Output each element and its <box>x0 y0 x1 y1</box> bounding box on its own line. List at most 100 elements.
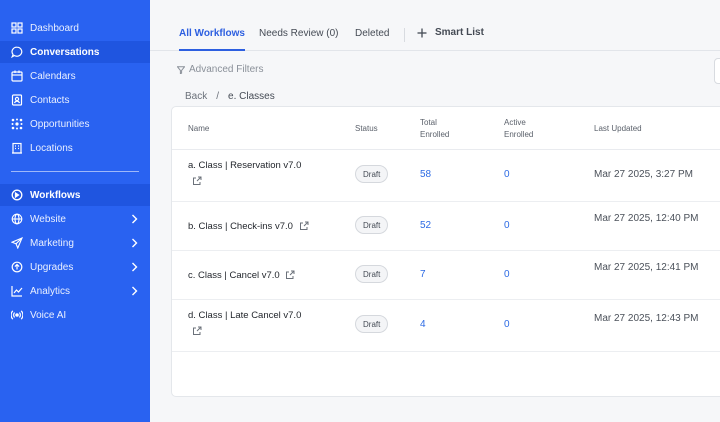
sidebar-item-voice-ai[interactable]: Voice AI <box>0 304 150 326</box>
sidebar-divider <box>11 171 139 172</box>
workflow-tabs: All Workflows Needs Review (0) Deleted S… <box>150 20 720 51</box>
send-icon <box>11 237 23 249</box>
external-link-icon[interactable] <box>285 270 295 280</box>
sidebar-item-label: Upgrades <box>30 261 74 273</box>
filter-icon <box>177 65 185 74</box>
building-icon <box>11 142 23 154</box>
advanced-filters-label: Advanced Filters <box>189 64 264 75</box>
active-enrolled-link[interactable]: 0 <box>504 319 510 330</box>
workflow-name: b. Class | Check-ins v7.0 <box>188 221 293 232</box>
workflow-name-link[interactable]: b. Class | Check-ins v7.0 <box>188 219 358 235</box>
calendar-icon <box>11 70 23 82</box>
total-enrolled-link[interactable]: 4 <box>420 319 426 330</box>
sidebar-item-label: Calendars <box>30 70 76 82</box>
smart-list-label: Smart List <box>435 27 484 38</box>
row-divider <box>172 351 720 352</box>
active-enrolled-link[interactable]: 0 <box>504 169 510 180</box>
row-divider <box>172 201 720 202</box>
column-header-last-updated[interactable]: Last Updated <box>594 123 642 135</box>
chart-icon <box>11 285 23 297</box>
voice-icon <box>11 309 23 321</box>
upgrade-icon <box>11 261 23 273</box>
sidebar-item-calendars[interactable]: Calendars <box>0 65 150 87</box>
total-enrolled-link[interactable]: 7 <box>420 269 426 280</box>
chevron-right-icon <box>132 262 138 272</box>
active-enrolled-link[interactable]: 0 <box>504 220 510 231</box>
external-link-icon[interactable] <box>299 221 309 231</box>
sidebar-item-label: Voice AI <box>30 309 67 321</box>
status-badge: Draft <box>355 165 389 183</box>
sidebar-item-label: Analytics <box>30 285 71 297</box>
dashboard-icon <box>11 22 23 34</box>
sidebar-item-label: Conversations <box>30 46 100 58</box>
status-badge: Draft <box>355 315 389 333</box>
sidebar-item-conversations[interactable]: Conversations <box>0 41 150 63</box>
advanced-filters-button[interactable]: Advanced Filters <box>177 64 263 75</box>
workflow-name-link[interactable]: a. Class | Reservation v7.0 <box>188 158 348 190</box>
sidebar-item-website[interactable]: Website <box>0 208 150 230</box>
opportunities-icon <box>11 118 23 130</box>
sidebar-item-upgrades[interactable]: Upgrades <box>0 256 150 278</box>
sidebar-item-label: Contacts <box>30 94 70 106</box>
tab-all-workflows[interactable]: All Workflows <box>179 28 245 51</box>
header-line: Total <box>420 118 437 127</box>
sidebar-item-label: Website <box>30 213 66 225</box>
breadcrumb: Back / e. Classes <box>185 91 275 102</box>
workflow-icon <box>11 189 23 201</box>
sidebar-item-workflows[interactable]: Workflows <box>0 184 150 206</box>
globe-icon <box>11 213 23 225</box>
total-enrolled-link[interactable]: 58 <box>420 169 431 180</box>
column-header-active-enrolled[interactable]: Active Enrolled <box>504 117 533 141</box>
workflow-name-link[interactable]: d. Class | Late Cancel v7.0 <box>188 308 348 340</box>
back-link[interactable]: Back <box>185 91 207 102</box>
active-enrolled-link[interactable]: 0 <box>504 269 510 280</box>
sidebar-item-label: Marketing <box>30 237 74 249</box>
total-enrolled-link[interactable]: 52 <box>420 220 431 231</box>
header-divider <box>172 149 720 150</box>
sidebar-item-label: Workflows <box>30 189 81 201</box>
tab-deleted[interactable]: Deleted <box>355 28 389 51</box>
sidebar-item-opportunities[interactable]: Opportunities <box>0 113 150 135</box>
tab-needs-review[interactable]: Needs Review (0) <box>259 28 338 51</box>
contacts-icon <box>11 94 23 106</box>
breadcrumb-separator: / <box>216 91 220 102</box>
workflow-name: a. Class | Reservation v7.0 <box>188 160 302 171</box>
sidebar-item-label: Opportunities <box>30 118 90 130</box>
status-badge: Draft <box>355 265 389 283</box>
breadcrumb-current: e. Classes <box>228 91 275 102</box>
row-divider <box>172 250 720 251</box>
smart-list-button[interactable]: Smart List <box>417 27 484 38</box>
external-link-icon[interactable] <box>192 326 202 336</box>
tab-separator <box>404 28 405 42</box>
toolbar-control[interactable] <box>714 58 720 84</box>
status-badge: Draft <box>355 216 389 234</box>
header-line: Enrolled <box>420 130 450 139</box>
row-divider <box>172 299 720 300</box>
last-updated: Mar 27 2025, 12:41 PM <box>594 262 699 273</box>
sidebar-item-label: Locations <box>30 142 73 154</box>
workflow-name-link[interactable]: c. Class | Cancel v7.0 <box>188 268 358 284</box>
sidebar-item-analytics[interactable]: Analytics <box>0 280 150 302</box>
last-updated: Mar 27 2025, 3:27 PM <box>594 169 693 180</box>
last-updated: Mar 27 2025, 12:43 PM <box>594 313 699 324</box>
workflows-table: Name Status Total Enrolled Active Enroll… <box>171 106 720 397</box>
sidebar-item-locations[interactable]: Locations <box>0 137 150 159</box>
header-line: Active <box>504 118 526 127</box>
workflow-name: d. Class | Late Cancel v7.0 <box>188 310 302 321</box>
workflow-name: c. Class | Cancel v7.0 <box>188 270 280 281</box>
external-link-icon[interactable] <box>192 176 202 186</box>
plus-icon <box>417 28 427 37</box>
chevron-right-icon <box>132 286 138 296</box>
chevron-right-icon <box>132 238 138 248</box>
chevron-right-icon <box>132 214 138 224</box>
column-header-total-enrolled[interactable]: Total Enrolled <box>420 117 449 141</box>
chat-icon <box>11 46 23 58</box>
column-header-name[interactable]: Name <box>188 123 209 135</box>
sidebar: Dashboard Conversations Calendars Contac… <box>0 0 150 422</box>
sidebar-item-dashboard[interactable]: Dashboard <box>0 17 150 39</box>
column-header-status[interactable]: Status <box>355 123 378 135</box>
last-updated: Mar 27 2025, 12:40 PM <box>594 213 699 224</box>
sidebar-item-contacts[interactable]: Contacts <box>0 89 150 111</box>
main-content: All Workflows Needs Review (0) Deleted S… <box>150 0 720 422</box>
sidebar-item-marketing[interactable]: Marketing <box>0 232 150 254</box>
